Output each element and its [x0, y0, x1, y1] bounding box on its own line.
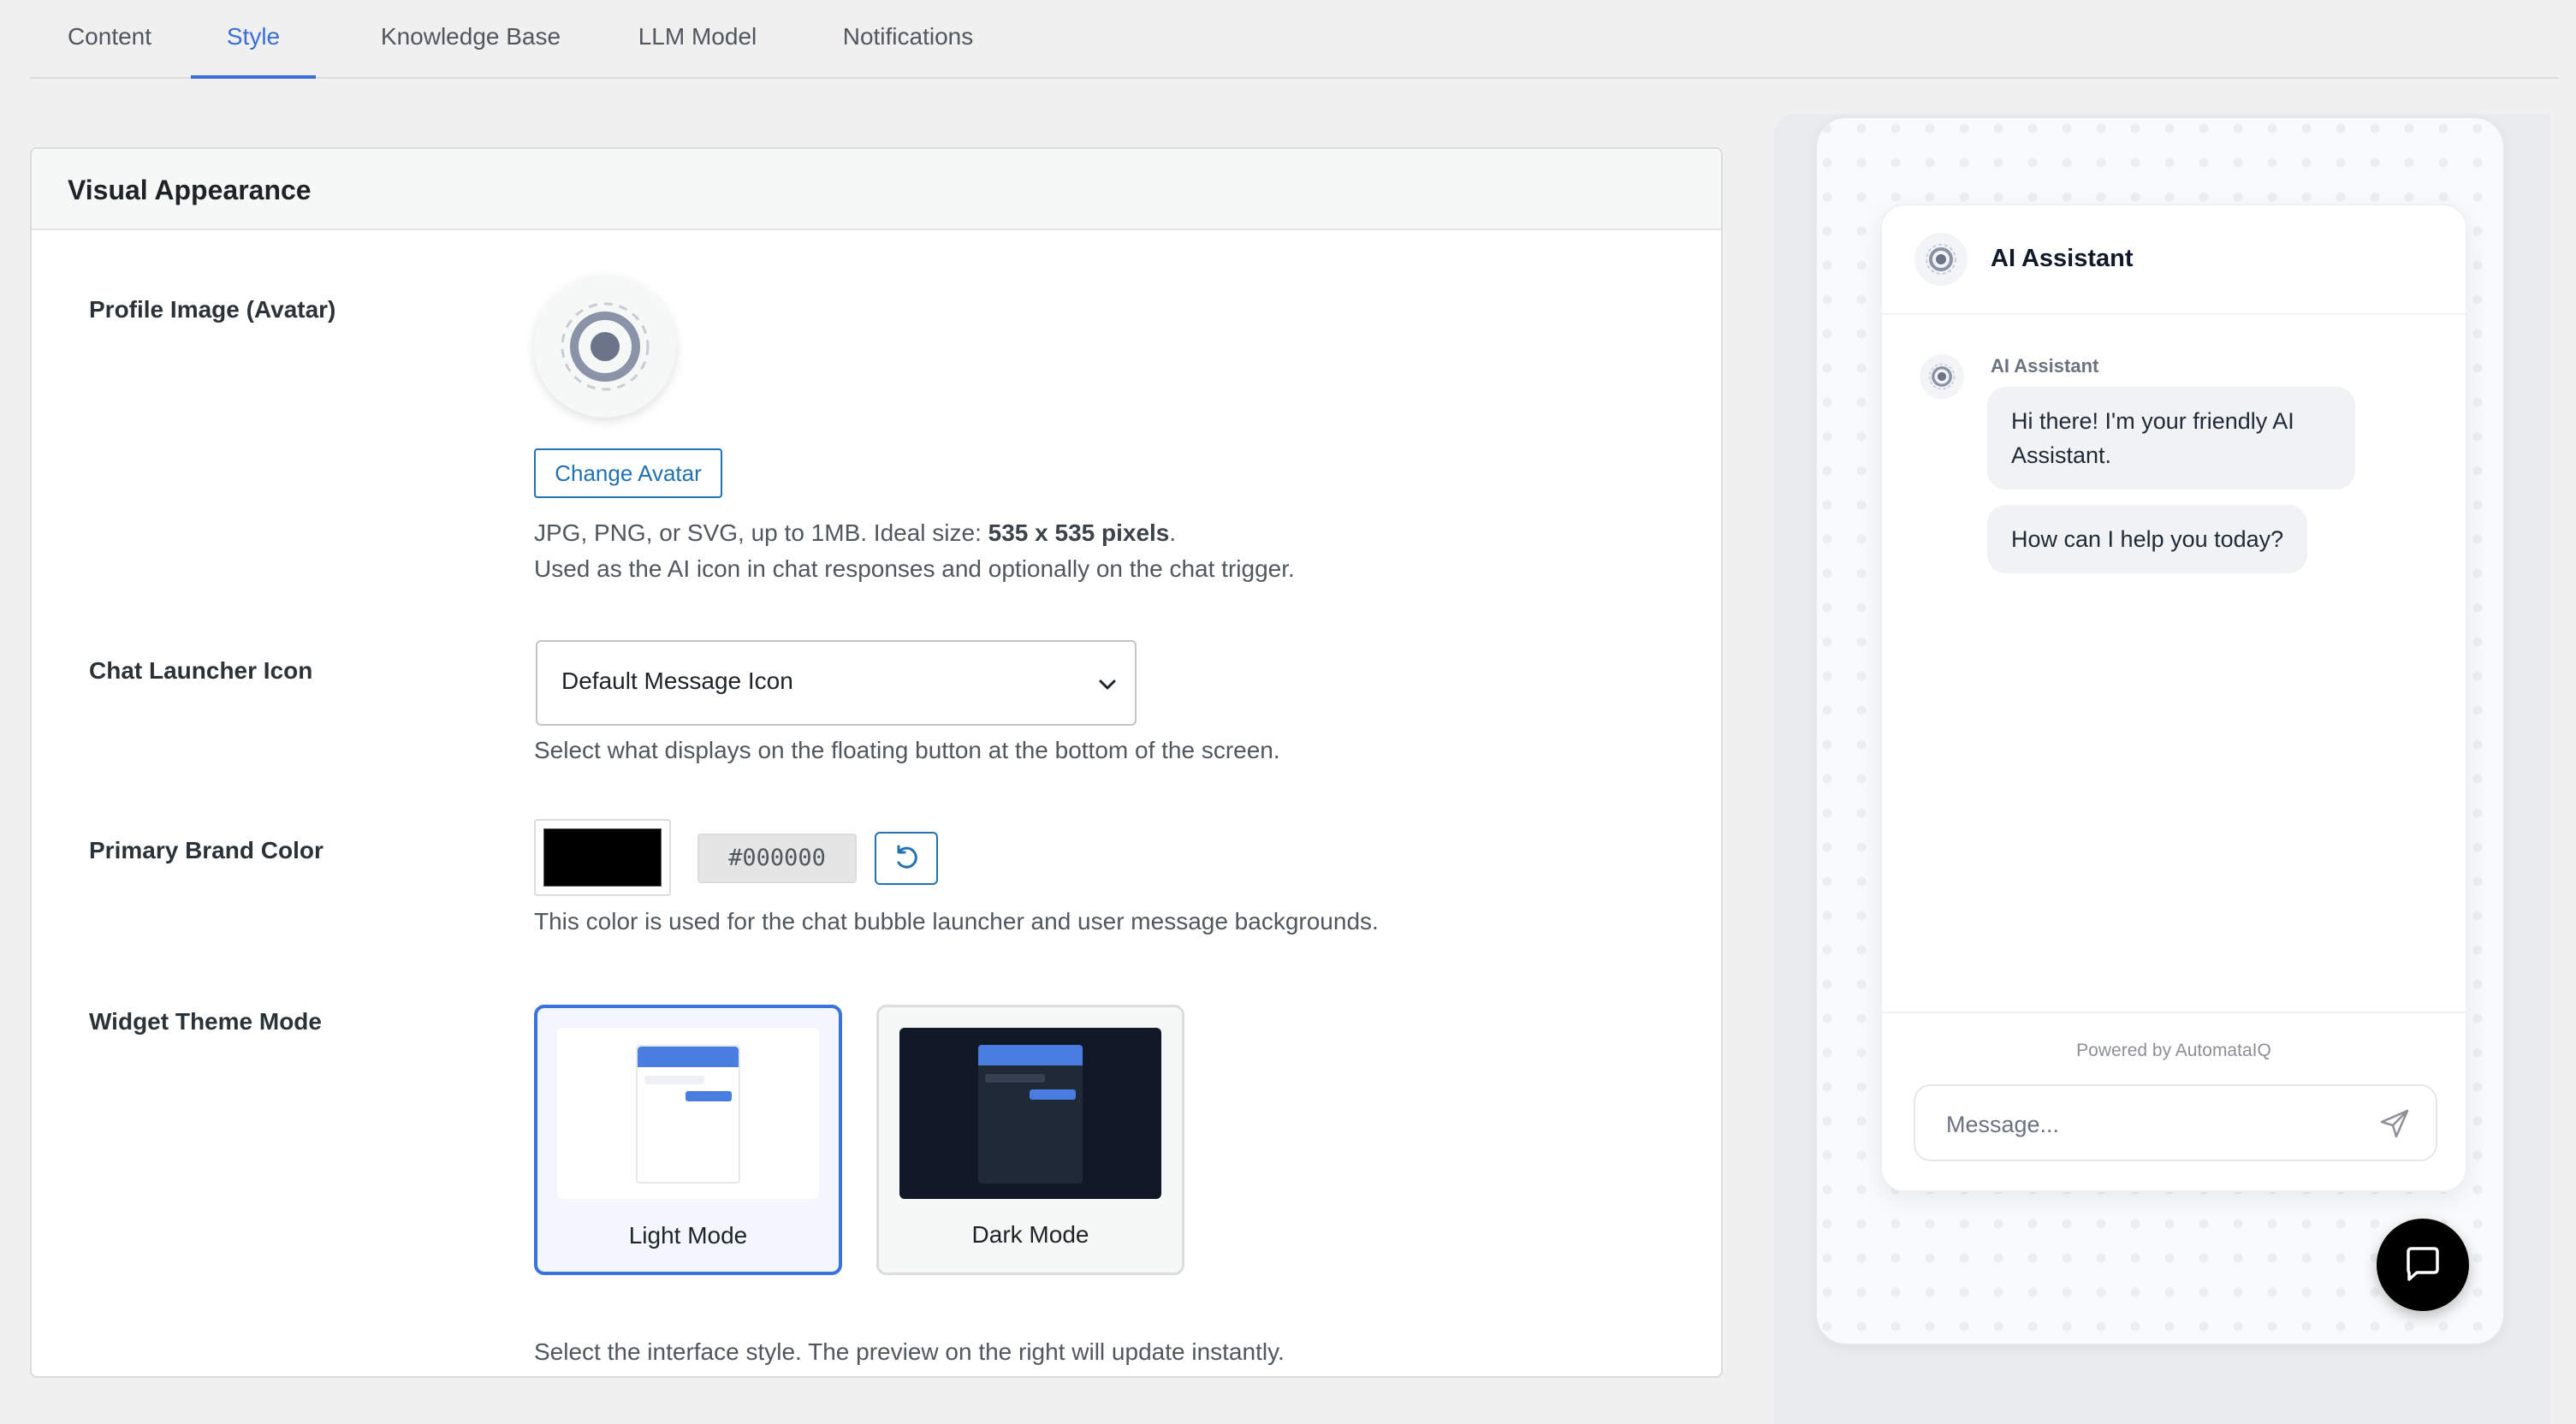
theme-label: Widget Theme Mode	[89, 1008, 322, 1035]
brand-color-label: Primary Brand Color	[89, 837, 323, 863]
launcher-icon-select[interactable]: Default Message Icon	[536, 640, 1137, 726]
avatar-help-line2: Used as the AI icon in chat responses an…	[534, 555, 1295, 582]
chat-launcher-button[interactable]	[2377, 1219, 2469, 1311]
tab-llm-model[interactable]: LLM Model	[599, 0, 796, 79]
chat-title: AI Assistant	[1991, 245, 2134, 272]
message-input-placeholder: Message...	[1946, 1112, 2060, 1137]
undo-icon	[897, 845, 917, 869]
settings-tabs: Content Style Knowledge Base LLM Model N…	[30, 0, 2559, 79]
color-swatch[interactable]	[534, 819, 671, 896]
message-avatar	[1920, 354, 1964, 399]
theme-option-dark-label: Dark Mode	[971, 1221, 1089, 1248]
section-title: Visual Appearance	[68, 175, 312, 205]
light-theme-thumbnail	[557, 1028, 819, 1199]
chat-widget-preview: AI Assistant AI Assistant Hi there! I'm …	[1880, 204, 2467, 1192]
dark-theme-thumbnail	[899, 1028, 1161, 1199]
tab-style[interactable]: Style	[191, 0, 316, 79]
launcher-icon-selected: Default Message Icon	[561, 668, 793, 694]
thumb-window	[978, 1045, 1083, 1184]
ai-gear-icon	[1926, 244, 1956, 275]
chat-header-avatar	[1914, 233, 1968, 286]
color-swatch-fill	[543, 828, 662, 887]
message-line: Hi there! I'm your friendly AI	[2011, 408, 2294, 434]
message-line: Assistant.	[2011, 442, 2112, 468]
tab-notifications[interactable]: Notifications	[796, 0, 1020, 79]
tab-content[interactable]: Content	[30, 0, 189, 79]
message-bubble: How can I help you today?	[1987, 505, 2308, 573]
ai-gear-icon	[1928, 363, 1956, 390]
brand-color-help: This color is used for the chat bubble l…	[534, 908, 1379, 934]
thumb-header-bar	[638, 1047, 739, 1067]
message-bubble: Hi there! I'm your friendly AI Assistant…	[1987, 387, 2355, 490]
chat-footer-divider	[1882, 1012, 2466, 1013]
color-hex-value[interactable]: #000000	[697, 834, 857, 883]
avatar-help-prefix: JPG, PNG, or SVG, up to 1MB. Ideal size:	[534, 519, 988, 546]
tab-knowledge-base[interactable]: Knowledge Base	[342, 0, 599, 79]
change-avatar-button[interactable]: Change Avatar	[534, 448, 722, 498]
powered-by: Powered by AutomataIQ	[2076, 1041, 2271, 1060]
avatar-help: JPG, PNG, or SVG, up to 1MB. Ideal size:…	[534, 515, 1295, 587]
chevron-down-icon	[1099, 679, 1116, 690]
card-header: Visual Appearance	[32, 149, 1721, 230]
avatar-help-size: 535 x 535 pixels	[988, 519, 1170, 546]
avatar-label: Profile Image (Avatar)	[89, 296, 336, 323]
ai-gear-icon	[561, 302, 650, 391]
thumb-text-line	[985, 1074, 1045, 1083]
chat-header: AI Assistant	[1882, 205, 2466, 315]
message-input[interactable]: Message...	[1914, 1084, 2437, 1161]
message-sender: AI Assistant	[1991, 355, 2099, 377]
message-icon	[2407, 1247, 2439, 1281]
visual-appearance-card: Visual Appearance Profile Image (Avatar)…	[30, 147, 1723, 1378]
theme-option-light-label: Light Mode	[628, 1222, 748, 1249]
theme-option-dark[interactable]: Dark Mode	[876, 1005, 1184, 1275]
theme-option-light[interactable]: Light Mode	[534, 1005, 842, 1275]
reset-color-button[interactable]	[875, 832, 938, 885]
thumb-text-line	[644, 1076, 704, 1084]
send-icon[interactable]	[2377, 1107, 2412, 1141]
avatar-help-suffix: .	[1169, 519, 1177, 546]
thumb-accent-bar	[686, 1091, 732, 1101]
launcher-icon-label: Chat Launcher Icon	[89, 657, 313, 684]
theme-help: Select the interface style. The preview …	[534, 1338, 1285, 1365]
thumb-accent-bar	[1030, 1089, 1076, 1100]
thumb-header-bar	[978, 1045, 1083, 1065]
avatar-preview	[534, 276, 676, 418]
message-line: How can I help you today?	[2011, 526, 2284, 552]
thumb-window	[636, 1045, 740, 1184]
launcher-icon-help: Select what displays on the floating but…	[534, 737, 1280, 763]
